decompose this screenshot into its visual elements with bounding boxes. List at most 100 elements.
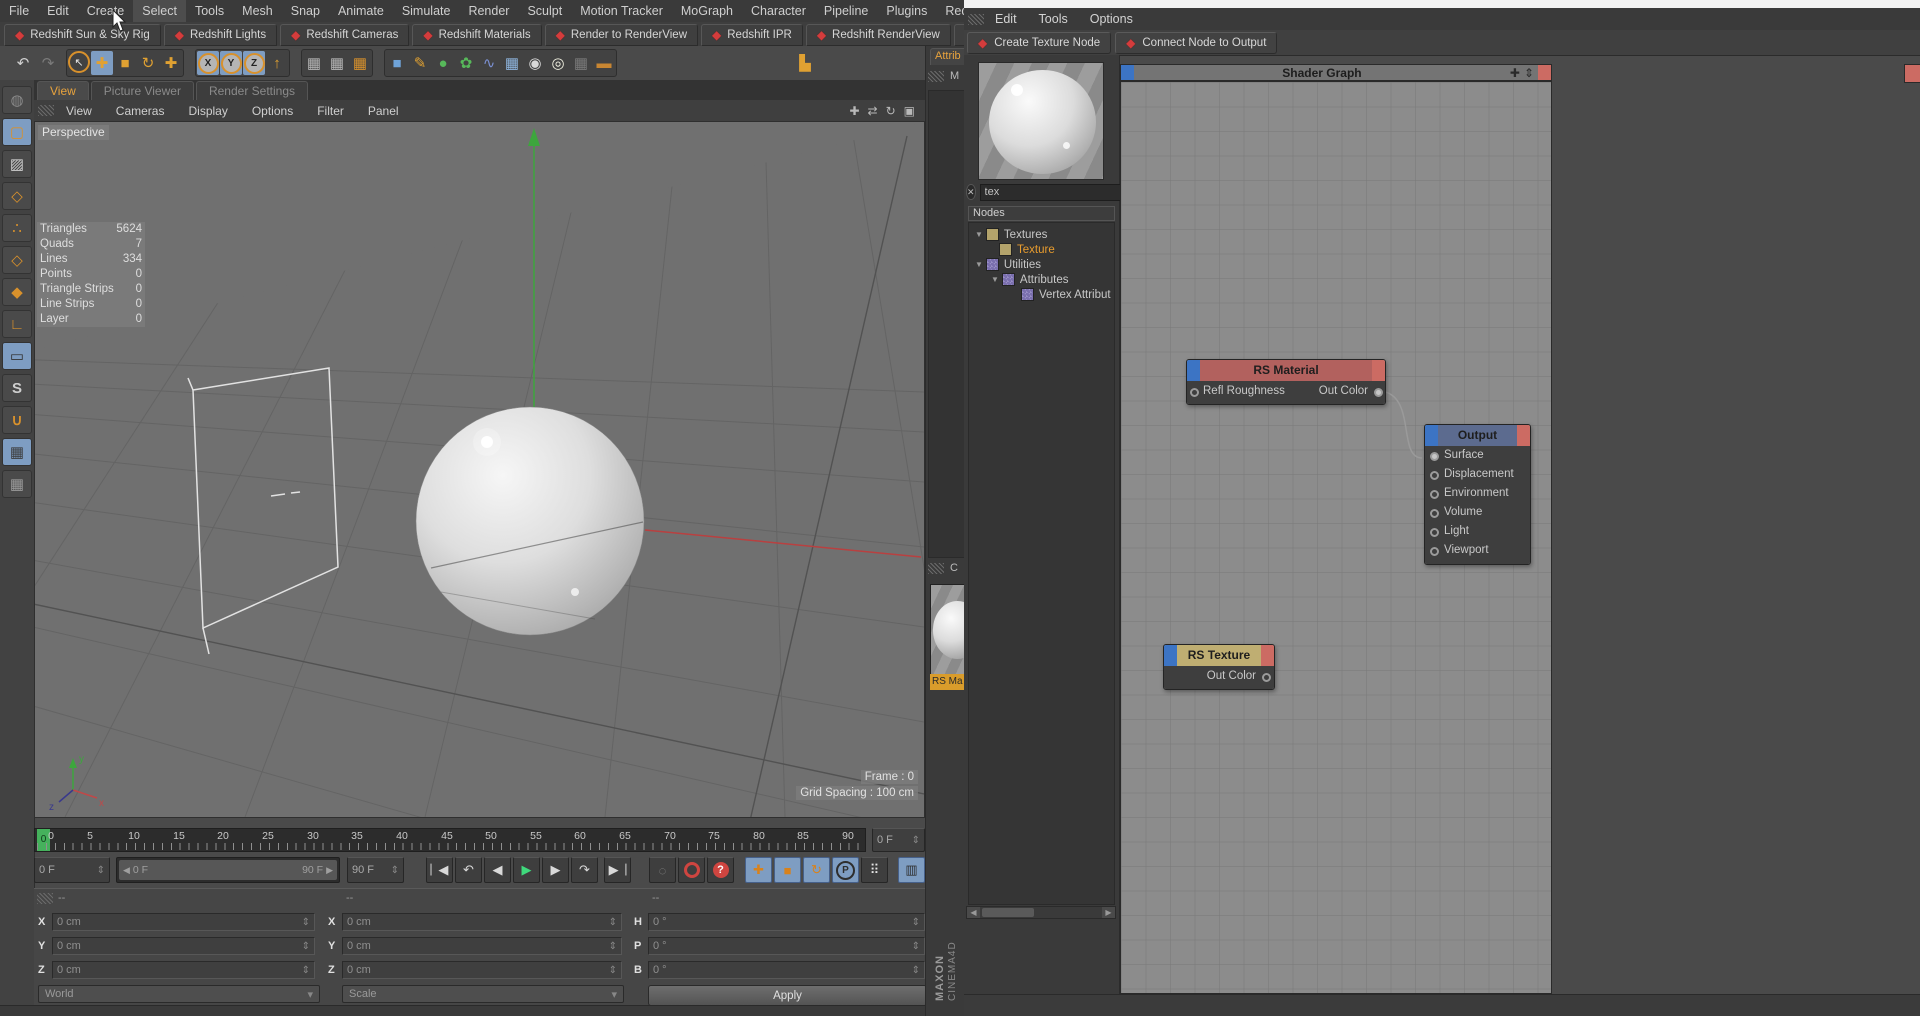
shelf-render-to-renderview[interactable]: ◆Render to RenderView	[545, 24, 698, 46]
points-mode-icon[interactable]: ∴	[2, 214, 32, 242]
menu-sculpt[interactable]: Sculpt	[518, 0, 571, 22]
create-texture-node-button[interactable]: ◆Create Texture Node	[967, 32, 1111, 54]
graph-blue-handle[interactable]	[1121, 65, 1134, 80]
transform-mode-dropdown[interactable]: Scale▾	[342, 985, 624, 1003]
node-title[interactable]: RS Material	[1200, 360, 1372, 381]
tab-picture-viewer[interactable]: Picture Viewer	[91, 81, 194, 100]
rot-b-field[interactable]: 0 °⇕	[648, 961, 925, 979]
menu-edit[interactable]: Edit	[38, 0, 78, 22]
live-selection-icon[interactable]: ↖	[68, 51, 90, 73]
viewport-solo-icon[interactable]: ▭	[2, 342, 32, 370]
undo-icon[interactable]: ↶	[12, 51, 34, 75]
coordinate-system-icon[interactable]: ↑	[266, 51, 288, 75]
shelf-cameras[interactable]: ◆Redshift Cameras	[280, 24, 409, 46]
preview-range-track[interactable]: ◀ 0 F 90 F ▶	[116, 857, 340, 883]
attrib-mode-menu[interactable]: M	[950, 70, 959, 82]
key-position-toggle[interactable]: ✚	[745, 857, 772, 883]
sky-icon[interactable]: ▦	[570, 51, 592, 75]
enable-axis-icon[interactable]: ∟	[2, 310, 32, 338]
planar-workplane-icon[interactable]: ▦	[2, 470, 32, 498]
pos-z-field[interactable]: 0 cm⇕	[52, 961, 315, 979]
render-picture-viewer-icon[interactable]: ▦	[326, 51, 348, 75]
lock-workplane-icon[interactable]: ▦	[2, 438, 32, 466]
viewport-pan-icon[interactable]: ✚	[849, 104, 859, 118]
node-search-input[interactable]	[980, 184, 1132, 201]
clear-search-icon[interactable]: ✕	[966, 184, 976, 200]
menu-pipeline[interactable]: Pipeline	[815, 0, 877, 22]
shelf-lights[interactable]: ◆Redshift Lights	[164, 24, 277, 46]
render-view-icon[interactable]: ▦	[303, 51, 325, 75]
menu-simulate[interactable]: Simulate	[393, 0, 460, 22]
viewport-dolly-icon[interactable]: ⇄	[868, 104, 878, 118]
range-end-spinner[interactable]: 90 F⇕	[347, 857, 404, 883]
pos-x-field[interactable]: 0 cm⇕	[52, 913, 315, 931]
autokey-button[interactable]: ?	[707, 857, 734, 883]
size-x-field[interactable]: 0 cm⇕	[342, 913, 622, 931]
shader-graph-header[interactable]: Shader Graph ✚ ⇕	[1120, 64, 1552, 81]
floor-icon[interactable]: ▦	[501, 51, 523, 75]
scroll-left-icon[interactable]: ◀	[967, 907, 980, 918]
keyframe-selection-button[interactable]: ▥	[898, 857, 925, 883]
perspective-viewport[interactable]: y x z Perspective Triangles5624 Quads7 L…	[34, 121, 925, 818]
scroll-right-icon[interactable]: ▶	[1102, 907, 1115, 918]
menu-animate[interactable]: Animate	[329, 0, 393, 22]
output-port-out-color[interactable]	[1262, 673, 1271, 682]
camera-icon[interactable]: ◉	[524, 51, 546, 75]
prev-frame-button[interactable]: ◀	[484, 857, 511, 883]
shelf-sun-sky[interactable]: ◆Redshift Sun & Sky Rig	[4, 24, 161, 46]
rotate-tool-icon[interactable]: ↻	[137, 51, 159, 75]
last-tool-icon[interactable]: ✚	[160, 51, 182, 75]
vp-menu-filter[interactable]: Filter	[305, 104, 356, 118]
rot-h-field[interactable]: 0 °⇕	[648, 913, 925, 931]
range-right-arrow-icon[interactable]: ▶	[326, 865, 333, 876]
convert-icon[interactable]: ◍	[2, 86, 32, 114]
shader-menu-tools[interactable]: Tools	[1028, 12, 1079, 26]
menu-mesh[interactable]: Mesh	[233, 0, 282, 22]
nodes-horizontal-scrollbar[interactable]: ◀ ▶	[966, 906, 1116, 919]
node-title[interactable]: Output	[1438, 425, 1517, 446]
prev-key-button[interactable]: ↶	[455, 857, 482, 883]
panel-grip[interactable]	[37, 893, 53, 904]
tree-item-textures[interactable]: ▼Textures	[975, 227, 1047, 242]
shader-graph-canvas[interactable]: RS Material Refl Roughness Out Color Out…	[1120, 81, 1552, 994]
next-frame-button[interactable]: ▶	[542, 857, 569, 883]
play-button[interactable]: ▶	[513, 857, 540, 883]
texture-mode-icon[interactable]: ▨	[2, 150, 32, 178]
menu-character[interactable]: Character	[742, 0, 815, 22]
input-port-environment[interactable]	[1430, 490, 1439, 499]
polygons-mode-icon[interactable]: ◆	[2, 278, 32, 306]
panel-grip[interactable]	[928, 563, 944, 574]
pen-spline-icon[interactable]: ✎	[409, 51, 431, 75]
connect-node-to-output-button[interactable]: ◆Connect Node to Output	[1115, 32, 1277, 54]
vp-menu-display[interactable]: Display	[176, 104, 239, 118]
expander-icon[interactable]: ▼	[991, 275, 999, 284]
preview-range-bar[interactable]: ◀ 0 F 90 F ▶	[119, 860, 337, 880]
shelf-ipr[interactable]: ◆Redshift IPR	[701, 24, 803, 46]
render-settings-icon[interactable]: ▦	[349, 51, 371, 75]
node-blue-corner[interactable]	[1425, 425, 1438, 446]
menu-snap[interactable]: Snap	[282, 0, 329, 22]
node-title[interactable]: RS Texture	[1177, 645, 1261, 666]
input-port-viewport[interactable]	[1430, 547, 1439, 556]
current-frame-spinner[interactable]: 0 F⇕	[872, 828, 925, 852]
menu-motion-tracker[interactable]: Motion Tracker	[571, 0, 672, 22]
edges-mode-icon[interactable]: ◇	[2, 246, 32, 274]
magnet-snap-icon[interactable]: ∪	[2, 406, 32, 434]
menu-plugins[interactable]: Plugins	[877, 0, 936, 22]
axis-z-lock-icon[interactable]: Z	[243, 51, 265, 75]
goto-end-button[interactable]: ▶▕	[604, 857, 631, 883]
stepper-icon[interactable]: ⇕	[97, 865, 105, 876]
graph-move-icon[interactable]: ✚	[1510, 66, 1520, 80]
axis-y-lock-icon[interactable]: Y	[220, 51, 242, 75]
stepper-icon[interactable]: ⇕	[912, 835, 920, 846]
node-blue-corner[interactable]	[1187, 360, 1200, 381]
record-keyframe-button[interactable]	[678, 857, 705, 883]
next-key-button[interactable]: ↷	[571, 857, 598, 883]
expander-icon[interactable]: ▼	[975, 260, 983, 269]
save-icon[interactable]: ▙	[794, 51, 816, 75]
play-sound-button[interactable]: ◌	[649, 857, 676, 883]
input-port-refl-roughness[interactable]	[1190, 388, 1199, 397]
stepper-icon[interactable]: ⇕	[391, 865, 399, 876]
node-rs-texture[interactable]: RS Texture Out Color	[1163, 644, 1275, 690]
light-icon[interactable]: ◎	[547, 51, 569, 75]
